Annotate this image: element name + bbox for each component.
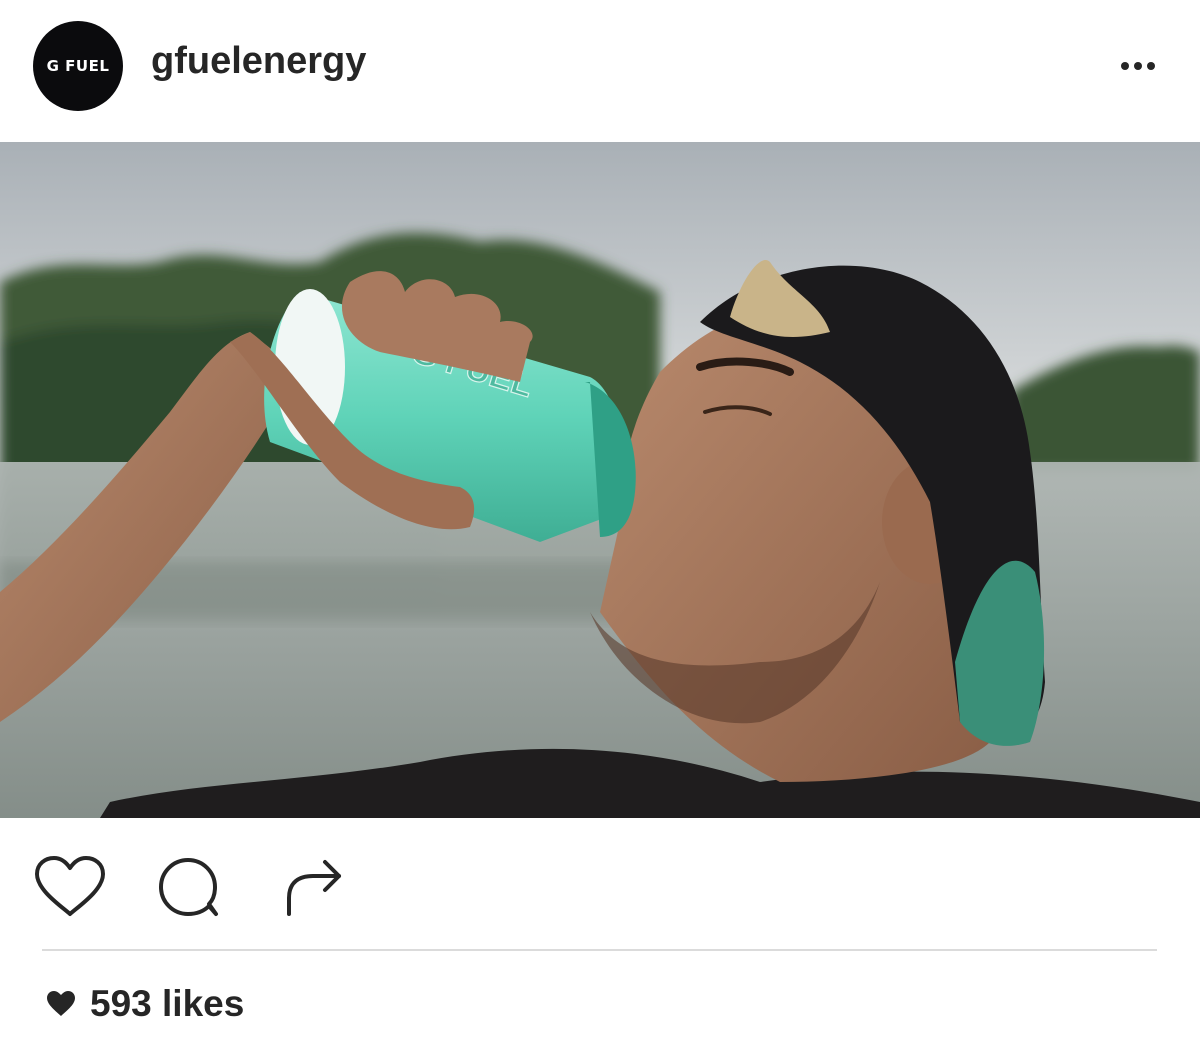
- post-header: G FUEL gfuelenergy: [0, 0, 1200, 142]
- share-button[interactable]: [283, 858, 345, 918]
- avatar-logo-text: G FUEL: [46, 57, 110, 75]
- heart-filled-icon: [47, 991, 75, 1016]
- more-dot: [1134, 62, 1142, 70]
- likes-summary[interactable]: 593 likes: [46, 982, 244, 1026]
- share-arrow-icon: [287, 860, 341, 916]
- more-dot: [1147, 62, 1155, 70]
- actions-divider: [42, 949, 1157, 951]
- comment-button[interactable]: [157, 856, 223, 920]
- photo-illustration: G FUEL: [0, 142, 1200, 818]
- likes-count[interactable]: 593 likes: [90, 983, 244, 1025]
- profile-avatar[interactable]: G FUEL: [33, 21, 123, 111]
- comment-bubble-icon: [159, 858, 218, 916]
- more-dot: [1121, 62, 1129, 70]
- username-link[interactable]: gfuelenergy: [151, 40, 366, 83]
- post-actions: [0, 818, 1200, 948]
- like-button[interactable]: [33, 854, 107, 920]
- heart-outline-icon: [35, 856, 105, 916]
- more-options-icon[interactable]: [1108, 52, 1168, 80]
- post-photo[interactable]: G FUEL: [0, 142, 1200, 818]
